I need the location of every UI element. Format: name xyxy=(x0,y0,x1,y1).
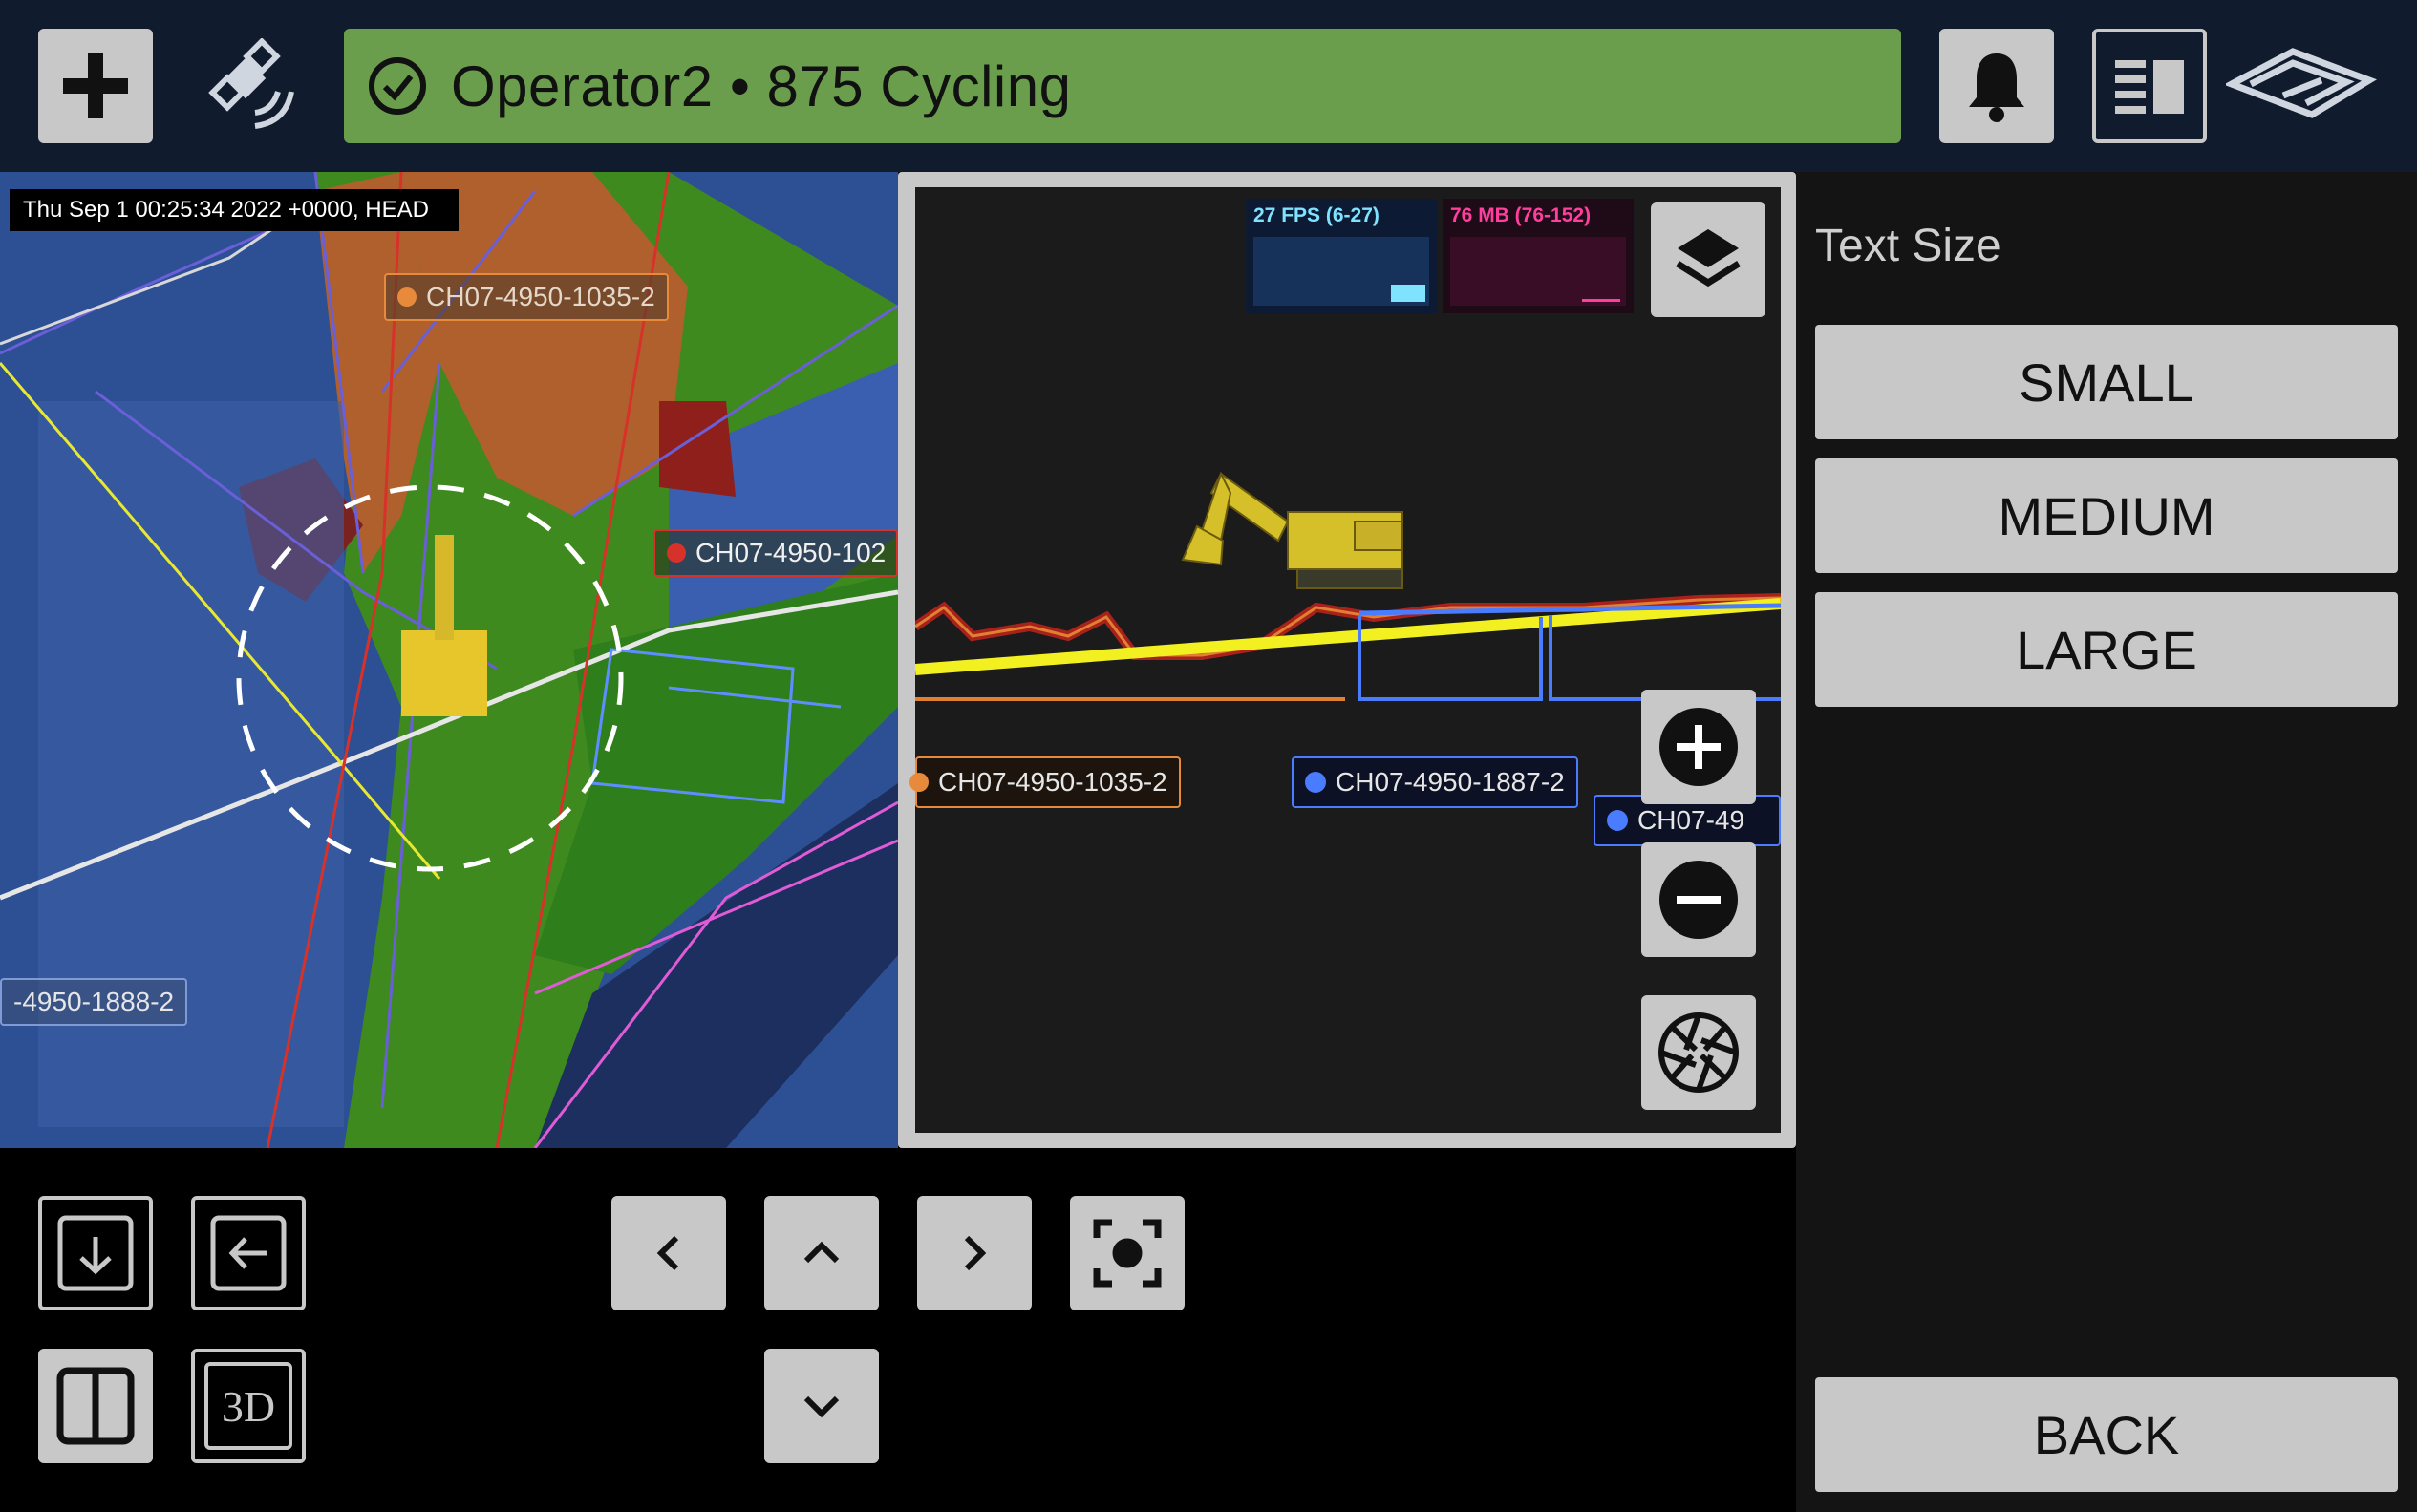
view-3d-button[interactable]: 3D xyxy=(191,1349,306,1463)
zoom-out-button[interactable] xyxy=(1641,842,1756,957)
chevron-right-icon xyxy=(964,1235,987,1271)
back-arrow-button[interactable] xyxy=(191,1196,306,1310)
brand-logo xyxy=(2223,38,2379,134)
brand-logo-icon xyxy=(2223,48,2378,118)
profile-label-object[interactable]: CH07-4950-1887-2 xyxy=(1292,756,1578,808)
split-view-icon xyxy=(56,1367,135,1445)
map-label-object[interactable]: CH07-4950-102 xyxy=(653,529,898,577)
memory-graph xyxy=(1450,237,1626,306)
profile-view[interactable] xyxy=(915,187,1781,1133)
map-label-text: CH07-4950-1035-2 xyxy=(426,282,655,311)
recenter-button[interactable] xyxy=(1070,1196,1185,1310)
map-timestamp: Thu Sep 1 00:25:34 2022 +0000, HEAD xyxy=(10,189,459,231)
panel-toggle-button[interactable] xyxy=(2092,29,2207,143)
notifications-button[interactable] xyxy=(1939,29,2054,143)
layers-button[interactable] xyxy=(1651,202,1765,317)
layers-icon xyxy=(1676,229,1741,287)
arrow-left-icon xyxy=(210,1215,287,1291)
text-size-large-button[interactable]: LARGE xyxy=(1815,592,2398,707)
panel-layout-icon xyxy=(2115,60,2184,114)
add-button[interactable] xyxy=(38,29,153,143)
profile-label-text: CH07-4950-1035-2 xyxy=(938,767,1167,797)
text-size-small-button[interactable]: SMALL xyxy=(1815,325,2398,439)
profile-terrain xyxy=(915,471,1781,701)
pan-down-button[interactable] xyxy=(764,1349,879,1463)
plus-icon xyxy=(63,53,128,118)
download-icon xyxy=(57,1215,134,1291)
zoom-in-icon xyxy=(1659,708,1738,786)
pan-left-button[interactable] xyxy=(611,1196,726,1310)
aperture-icon xyxy=(1658,1012,1739,1093)
gps-status-button[interactable] xyxy=(196,29,310,143)
fps-monitor: 27 FPS (6-27) xyxy=(1246,199,1437,313)
pan-right-button[interactable] xyxy=(917,1196,1032,1310)
profile-label-text: CH07-4950-1887-2 xyxy=(1336,767,1565,797)
label-marker-icon xyxy=(667,543,686,563)
camera-button[interactable] xyxy=(1641,995,1756,1110)
focus-center-icon xyxy=(1093,1219,1162,1288)
map-label-text: -4950-1888-2 xyxy=(13,987,175,1016)
view-3d-label: 3D xyxy=(221,1381,276,1431)
memory-monitor: 76 MB (76-152) xyxy=(1443,199,1634,313)
text-size-medium-button[interactable]: MEDIUM xyxy=(1815,458,2398,573)
fps-text: 27 FPS (6-27) xyxy=(1253,204,1380,226)
chevron-down-icon xyxy=(803,1395,840,1418)
map-label-text: CH07-4950-102 xyxy=(695,538,887,567)
fps-graph xyxy=(1253,237,1429,306)
fps-graph-bar xyxy=(1391,285,1425,302)
back-button[interactable]: BACK xyxy=(1815,1377,2398,1492)
map-label-object[interactable]: CH07-4950-1035-2 xyxy=(384,273,669,321)
chevron-left-icon xyxy=(656,1235,679,1271)
chevron-up-icon xyxy=(803,1241,840,1264)
check-circle-icon xyxy=(369,57,426,115)
memory-graph-bar xyxy=(1582,299,1620,302)
zoom-out-icon xyxy=(1659,861,1738,939)
profile-label-object[interactable]: CH07-4950-1035-2 xyxy=(909,756,1181,808)
label-marker-icon xyxy=(909,773,929,792)
view-3d-frame: 3D xyxy=(204,1362,292,1450)
operator-status-text: Operator2 • 875 Cycling xyxy=(451,53,1072,118)
profile-label-text: CH07-49 xyxy=(1637,805,1745,835)
operator-status-bar[interactable]: Operator2 • 875 Cycling xyxy=(344,29,1901,143)
memory-text: 76 MB (76-152) xyxy=(1450,204,1592,226)
label-marker-icon xyxy=(397,287,417,307)
satellite-icon xyxy=(208,38,294,129)
label-marker-icon xyxy=(1607,810,1628,831)
bell-icon xyxy=(1969,53,2024,122)
panel-title: Text Size xyxy=(1815,221,2001,271)
label-marker-icon xyxy=(1305,772,1326,793)
pan-up-button[interactable] xyxy=(764,1196,879,1310)
map-label-object[interactable]: -4950-1888-2 xyxy=(0,978,188,1026)
zoom-in-button[interactable] xyxy=(1641,690,1756,804)
excavator-model xyxy=(1181,471,1403,589)
split-view-button[interactable] xyxy=(38,1349,153,1463)
download-button[interactable] xyxy=(38,1196,153,1310)
